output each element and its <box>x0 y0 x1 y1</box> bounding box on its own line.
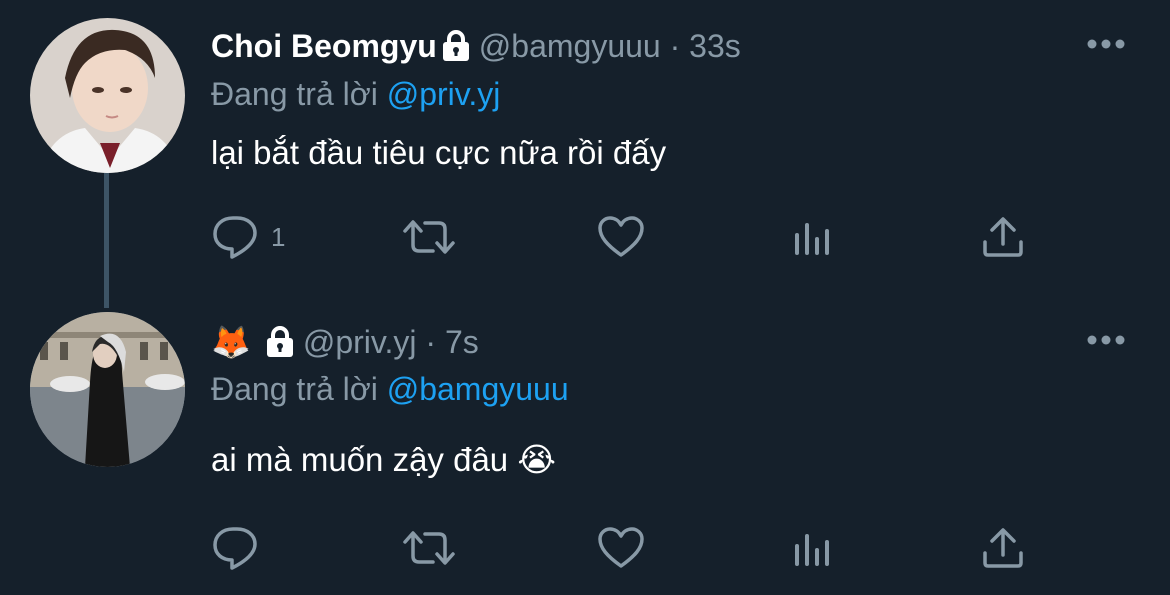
retweet-button[interactable] <box>401 523 457 573</box>
more-icon[interactable] <box>1086 37 1126 51</box>
analytics-icon <box>793 530 833 566</box>
tweet-header: 🦊 @priv.yj · 7s <box>211 322 479 366</box>
reply-icon <box>211 214 259 260</box>
separator-dot: · <box>669 28 681 64</box>
display-name[interactable]: Choi Beomgyu <box>211 28 437 64</box>
reply-button[interactable]: 1 <box>211 212 285 262</box>
share-button[interactable] <box>981 212 1025 262</box>
lock-icon <box>441 29 471 70</box>
tweet-header: Choi Beomgyu @bamgyuuu · 33s <box>211 26 741 70</box>
share-icon <box>981 216 1025 258</box>
tweet-2[interactable]: 🦊 @priv.yj · 7s Đang trả lời @bamgyuuu ai… <box>0 300 1170 595</box>
separator-dot: · <box>425 324 437 360</box>
replying-mention[interactable]: @priv.yj <box>387 76 501 112</box>
avatar[interactable] <box>30 18 185 173</box>
tweet-text: ai mà muốn zậy đâu 😭 <box>211 441 556 478</box>
analytics-icon <box>793 219 833 255</box>
user-handle[interactable]: @bamgyuuu <box>479 28 661 64</box>
replying-mention[interactable]: @bamgyuuu <box>387 371 569 407</box>
display-name[interactable]: 🦊 <box>211 324 251 360</box>
tweet-1[interactable]: Choi Beomgyu @bamgyuuu · 33s Đang trả lời… <box>0 0 1170 308</box>
user-handle[interactable]: @priv.yj <box>303 324 417 360</box>
retweet-icon <box>401 217 457 257</box>
analytics-button[interactable] <box>793 523 833 573</box>
reply-icon <box>211 525 259 571</box>
tweet-actions: 1 <box>211 212 1111 262</box>
timestamp[interactable]: 33s <box>689 28 741 64</box>
like-button[interactable] <box>597 212 645 262</box>
timestamp[interactable]: 7s <box>445 324 479 360</box>
more-icon[interactable] <box>1086 333 1126 347</box>
heart-icon <box>597 526 645 570</box>
share-button[interactable] <box>981 523 1025 573</box>
retweet-button[interactable] <box>401 212 457 262</box>
replying-prefix: Đang trả lời <box>211 371 378 407</box>
replying-to: Đang trả lời @priv.yj <box>211 74 500 114</box>
replying-to: Đang trả lời @bamgyuuu <box>211 369 569 409</box>
like-button[interactable] <box>597 523 645 573</box>
retweet-icon <box>401 528 457 568</box>
analytics-button[interactable] <box>793 212 833 262</box>
heart-icon <box>597 215 645 259</box>
tweet-actions <box>211 523 1111 573</box>
reply-count: 1 <box>271 221 286 252</box>
tweet-text: lại bắt đầu tiêu cực nữa rồi đấy <box>211 134 667 171</box>
thread-line <box>104 173 109 308</box>
share-icon <box>981 527 1025 569</box>
reply-button[interactable] <box>211 523 271 573</box>
avatar[interactable] <box>30 312 185 467</box>
replying-prefix: Đang trả lời <box>211 76 378 112</box>
lock-icon <box>265 325 295 366</box>
